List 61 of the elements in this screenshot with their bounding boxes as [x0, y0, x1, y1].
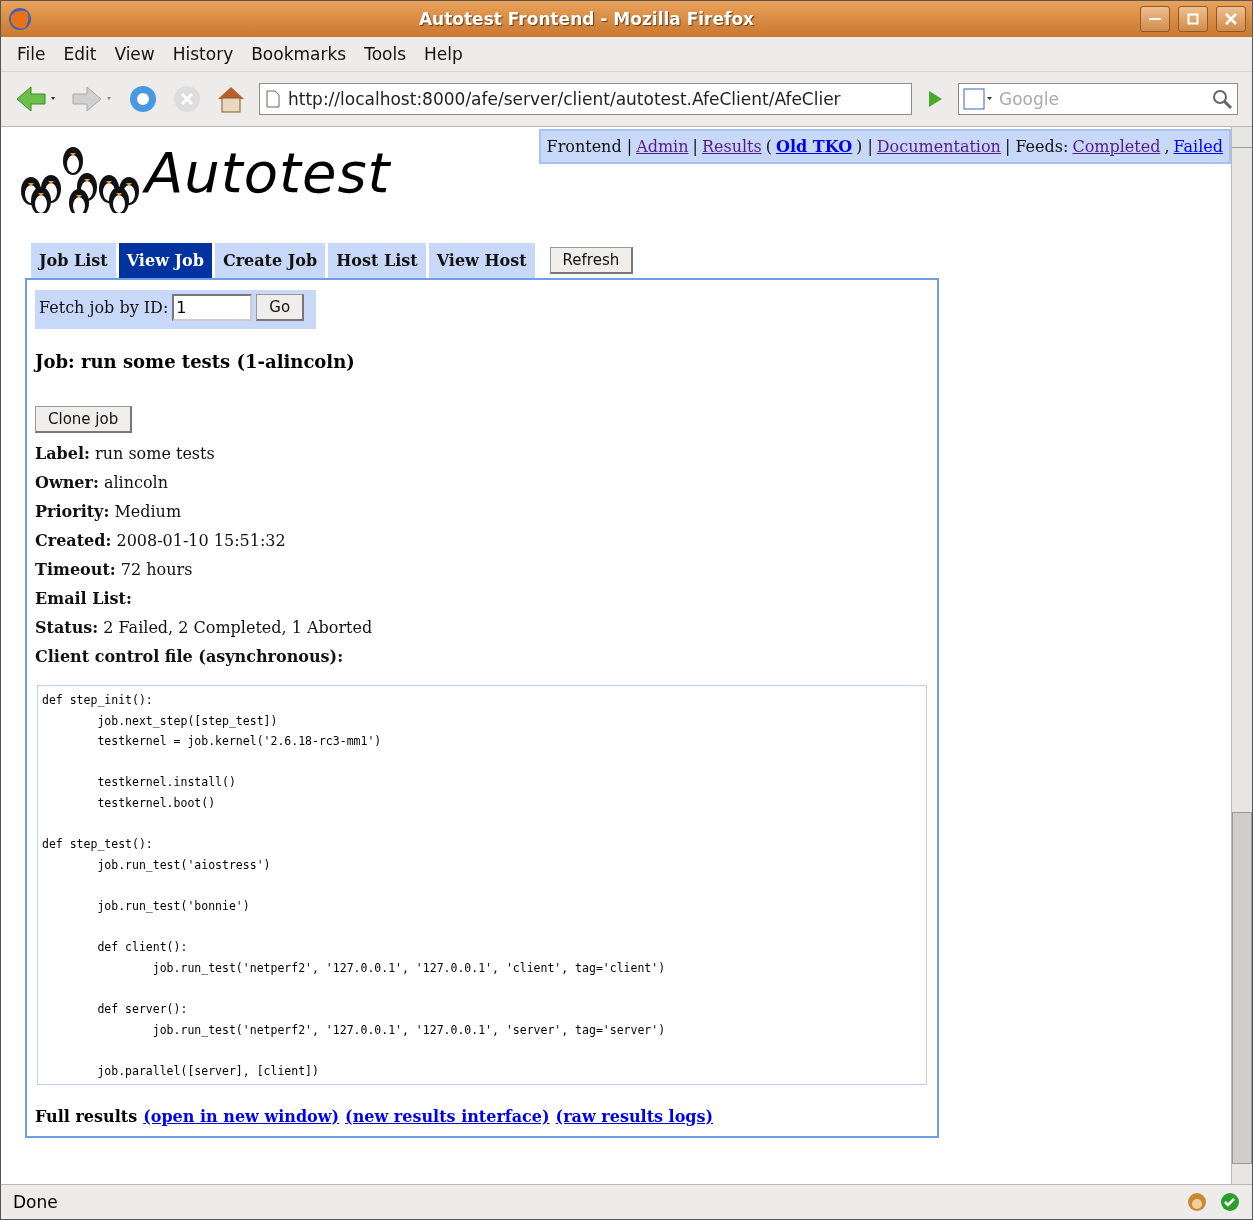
reload-icon[interactable]: [127, 83, 159, 115]
browser-logo-icon: [7, 6, 33, 32]
scrollbar[interactable]: [1231, 127, 1252, 1184]
header-text: | Feeds:: [1004, 137, 1069, 156]
header-text: Frontend |: [546, 137, 633, 156]
full-results-label: Full results: [35, 1107, 138, 1126]
header-link[interactable]: Failed: [1173, 137, 1223, 156]
job-field: Label: run some tests: [35, 444, 215, 463]
tab[interactable]: View Job: [118, 243, 212, 278]
job-title: Job: run some tests (1-alincoln): [35, 351, 355, 372]
header-text: ) |: [856, 137, 873, 156]
menu-item[interactable]: File: [17, 44, 46, 64]
header-text: (: [765, 137, 772, 156]
job-field: Priority: Medium: [35, 502, 182, 521]
header-link[interactable]: Completed: [1072, 137, 1161, 156]
tab[interactable]: Job List: [31, 243, 116, 278]
close-icon: [1225, 13, 1237, 25]
menu-item[interactable]: Tools: [364, 44, 407, 64]
header-link[interactable]: Documentation: [876, 137, 1001, 156]
header-link[interactable]: Results: [701, 137, 762, 156]
menu-item[interactable]: History: [172, 44, 234, 64]
search-placeholder: Google: [999, 89, 1060, 109]
minimize-button[interactable]: [1140, 6, 1170, 32]
fetch-label: Fetch job by ID:: [39, 298, 169, 317]
menu-item[interactable]: Bookmarks: [251, 44, 347, 64]
page-icon: [266, 90, 280, 108]
menu-item[interactable]: Edit: [63, 44, 97, 64]
url-text: http://localhost:8000/afe/server/client/autotest.AfeClient/AfeClier: [288, 89, 841, 109]
job-field: Owner: alincoln: [35, 473, 169, 492]
full-results-link[interactable]: (open in new window): [143, 1107, 340, 1126]
check-icon: [1220, 1192, 1240, 1212]
tab[interactable]: Create Job: [214, 243, 326, 278]
minimize-icon: [1149, 18, 1161, 20]
header-text: ,: [1164, 137, 1170, 156]
search-engine-icon: [963, 88, 993, 110]
refresh-button[interactable]: Refresh: [549, 247, 634, 274]
job-id-field[interactable]: 1: [172, 294, 253, 321]
maximize-icon: [1187, 13, 1199, 25]
job-field: Status: 2 Failed, 2 Completed, 1 Aborted: [35, 618, 373, 637]
address-field[interactable]: http://localhost:8000/afe/server/client/autotest.AfeClient/AfeClier: [259, 83, 912, 115]
clone-job-button[interactable]: Clone job: [35, 406, 133, 433]
job-field: Created: 2008-01-10 15:51:32: [35, 531, 286, 550]
tab[interactable]: Host List: [328, 243, 426, 278]
status-text: Done: [13, 1192, 59, 1212]
window-title: Autotest Frontend - Mozilla Firefox: [417, 9, 756, 29]
go-button[interactable]: Go: [256, 294, 305, 321]
tab[interactable]: View Host: [428, 243, 535, 278]
close-button[interactable]: [1216, 6, 1246, 32]
menu-item[interactable]: Help: [424, 44, 463, 64]
job-field: Client control file (asynchronous):: [35, 647, 344, 666]
search-icon[interactable]: [1211, 88, 1233, 110]
full-results-link[interactable]: (new results interface): [345, 1107, 550, 1126]
full-results-link[interactable]: (raw results logs): [555, 1107, 714, 1126]
header-link[interactable]: Old TKO: [775, 137, 853, 156]
header-text: |: [692, 137, 698, 156]
job-field: Timeout: 72 hours: [35, 560, 193, 579]
menu-item[interactable]: View: [114, 44, 155, 64]
job-field: Email List:: [35, 589, 132, 608]
maximize-button[interactable]: [1178, 6, 1208, 32]
header-link[interactable]: Admin: [636, 137, 689, 156]
code-block: def step_init(): job.next_step([step_test]) testkernel = job.kernel('2.6.18-rc3-mm1') testkernel.install() testkernel.boot() def step_test(): job.run_test('aiostress') job.run_test('bonnie') def client(): job.run_test('netperf2', '127.0.0.1', '127.0.0.1', 'client', tag='client') def server(): job.run_test('netperf2', '127.0.0.1', '127.0.0.1', 'server', tag='server') job.parallel([server], [client]): [37, 685, 927, 1085]
